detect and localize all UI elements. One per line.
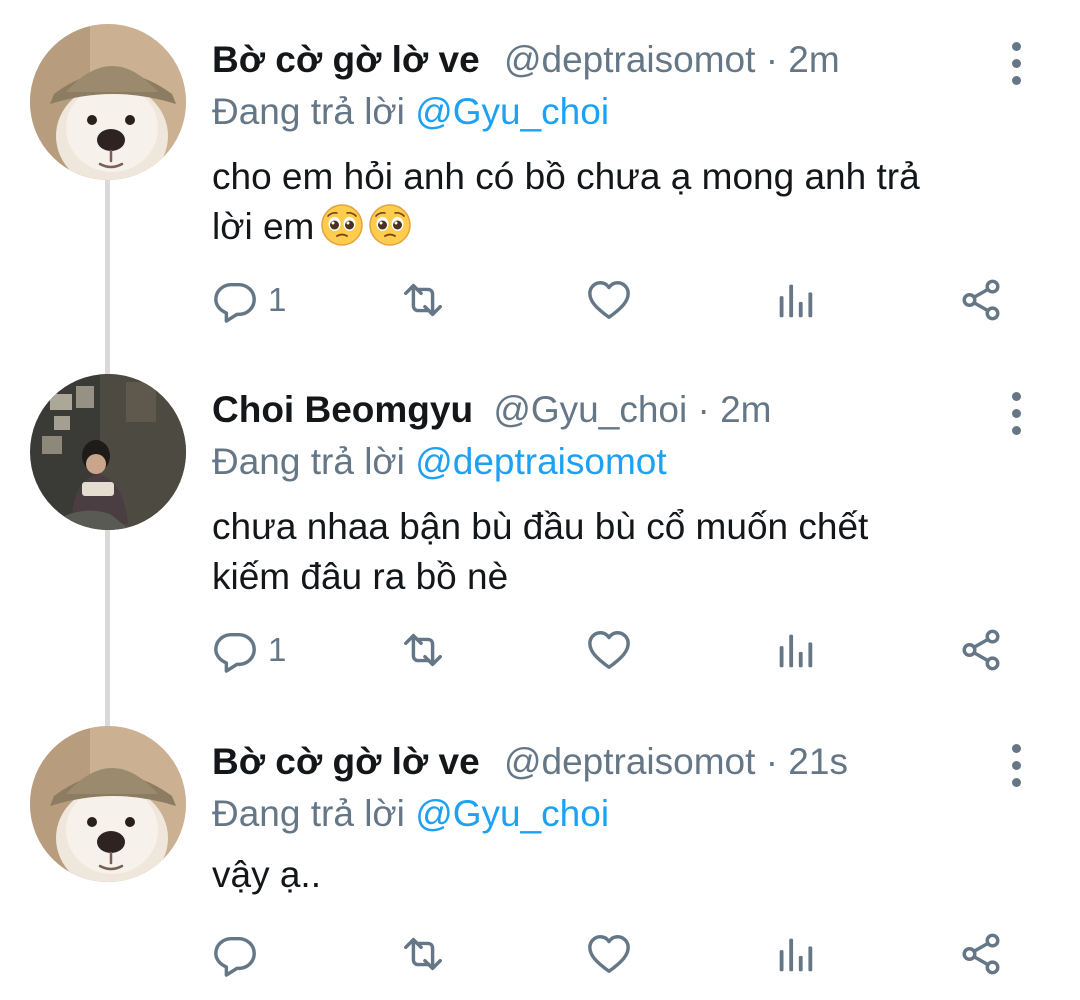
avatar[interactable] — [30, 374, 186, 530]
reply-prefix: Đang trả lời — [212, 91, 405, 132]
reply-icon — [212, 277, 258, 323]
action-bar: 1 — [212, 620, 1012, 680]
retweet-icon — [400, 277, 446, 323]
more-icon[interactable] — [1003, 744, 1029, 814]
reply-mention-link[interactable]: @deptraisomot — [415, 441, 666, 482]
share-icon — [958, 931, 1004, 977]
share-icon — [958, 277, 1004, 323]
person-avatar-image — [30, 374, 186, 530]
like-button[interactable] — [586, 270, 632, 330]
analytics-button[interactable] — [772, 924, 818, 984]
reply-button[interactable]: 1 — [212, 270, 286, 330]
tweet-text-line: vậy ạ.. — [212, 854, 321, 895]
display-name[interactable]: Bờ cờ gờ lờ ve — [212, 39, 480, 80]
reply-icon — [212, 931, 258, 977]
timestamp[interactable]: 2m — [788, 39, 839, 80]
tweet[interactable]: Bờ cờ gờ lờ ve @deptraisomot · 21s Đang … — [0, 726, 1080, 1000]
timestamp[interactable]: 21s — [788, 741, 848, 782]
retweet-icon — [400, 931, 446, 977]
share-button[interactable] — [958, 620, 1004, 680]
user-handle[interactable]: @deptraisomot — [504, 39, 755, 80]
action-bar — [212, 924, 1012, 984]
reply-context: Đang trả lời @Gyu_choi — [212, 90, 609, 134]
like-button[interactable] — [586, 620, 632, 680]
analytics-icon — [772, 277, 818, 323]
reply-button[interactable] — [212, 924, 258, 984]
pleading-face-icon — [320, 203, 364, 247]
user-handle[interactable]: @Gyu_choi — [493, 389, 687, 430]
tweet[interactable]: Choi Beomgyu @Gyu_choi · 2m Đang trả lời… — [0, 374, 1080, 704]
reply-button[interactable]: 1 — [212, 620, 286, 680]
retweet-icon — [400, 627, 446, 673]
tweet-text-line: kiếm đâu ra bồ nè — [212, 556, 509, 597]
tweet-text: chưa nhaa bận bù đầu bù cổ muốn chết kiế… — [212, 502, 1032, 602]
more-icon[interactable] — [1003, 42, 1029, 112]
reply-icon — [212, 627, 258, 673]
tweet-header: Bờ cờ gờ lờ ve @deptraisomot · 2m — [212, 38, 840, 82]
like-button[interactable] — [586, 924, 632, 984]
reply-mention-link[interactable]: @Gyu_choi — [415, 91, 609, 132]
reply-mention-link[interactable]: @Gyu_choi — [415, 793, 609, 834]
share-button[interactable] — [958, 270, 1004, 330]
retweet-button[interactable] — [400, 924, 446, 984]
reply-count: 1 — [268, 631, 287, 668]
separator: · — [765, 741, 779, 782]
share-icon — [958, 627, 1004, 673]
dog-avatar-image — [30, 24, 186, 180]
tweet-header: Bờ cờ gờ lờ ve @deptraisomot · 21s — [212, 740, 848, 784]
share-button[interactable] — [958, 924, 1004, 984]
display-name[interactable]: Bờ cờ gờ lờ ve — [212, 741, 480, 782]
reply-context: Đang trả lời @Gyu_choi — [212, 792, 609, 836]
display-name[interactable]: Choi Beomgyu — [212, 389, 473, 430]
analytics-button[interactable] — [772, 620, 818, 680]
like-icon — [586, 931, 632, 977]
dog-avatar-image — [30, 726, 186, 882]
analytics-icon — [772, 627, 818, 673]
more-icon[interactable] — [1003, 392, 1029, 462]
like-icon — [586, 627, 632, 673]
reply-prefix: Đang trả lời — [212, 793, 405, 834]
like-icon — [586, 277, 632, 323]
tweet-text: vậy ạ.. — [212, 850, 1032, 900]
avatar[interactable] — [30, 726, 186, 882]
action-bar: 1 — [212, 270, 1012, 330]
reply-count: 1 — [268, 281, 287, 318]
user-handle[interactable]: @deptraisomot — [504, 741, 755, 782]
tweet-text-line: chưa nhaa bận bù đầu bù cổ muốn chết — [212, 506, 869, 547]
retweet-button[interactable] — [400, 620, 446, 680]
tweet-header: Choi Beomgyu @Gyu_choi · 2m — [212, 388, 772, 432]
tweet-text-line: lời em — [212, 206, 315, 247]
tweet-text-line-with-emoji: lời em — [212, 202, 1032, 252]
reply-prefix: Đang trả lời — [212, 441, 405, 482]
analytics-button[interactable] — [772, 270, 818, 330]
tweet[interactable]: Bờ cờ gờ lờ ve @deptraisomot · 2m Đang t… — [0, 24, 1080, 354]
separator: · — [697, 389, 710, 430]
pleading-face-icon — [368, 203, 412, 247]
avatar[interactable] — [30, 24, 186, 180]
timestamp[interactable]: 2m — [720, 389, 771, 430]
separator: · — [765, 39, 779, 80]
tweet-text-line: cho em hỏi anh có bồ chưa ạ mong anh trả — [212, 156, 920, 197]
analytics-icon — [772, 931, 818, 977]
retweet-button[interactable] — [400, 270, 446, 330]
reply-context: Đang trả lời @deptraisomot — [212, 440, 667, 484]
tweet-text: cho em hỏi anh có bồ chưa ạ mong anh trả… — [212, 152, 1032, 252]
